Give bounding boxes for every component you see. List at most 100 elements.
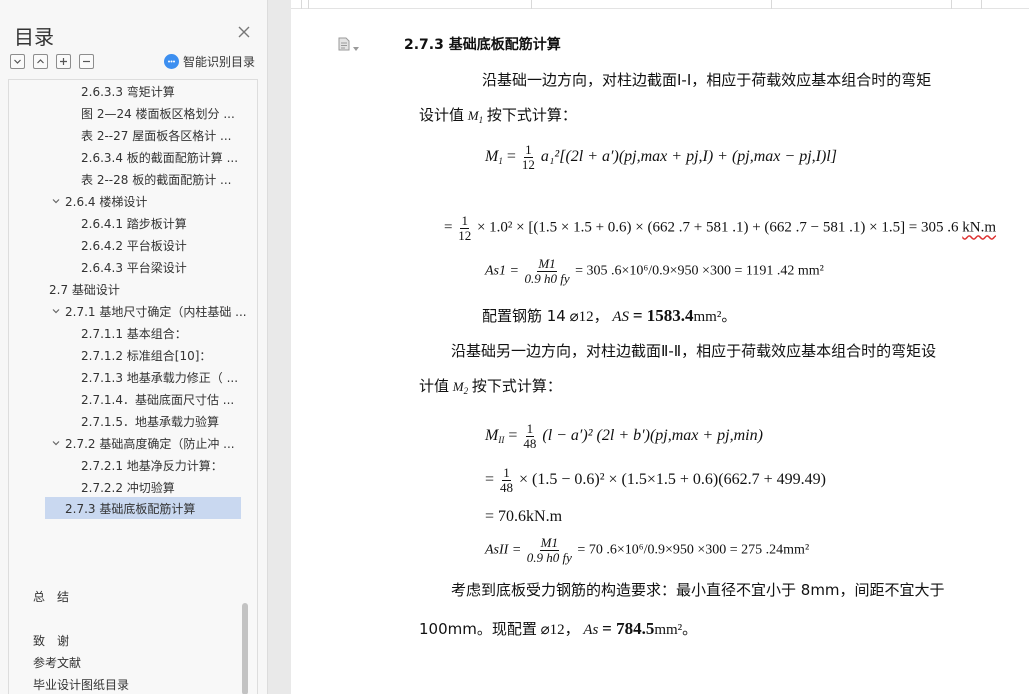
close-icon[interactable] xyxy=(236,24,252,40)
toc-item[interactable]: 2.6.4.1 踏步板计算 xyxy=(81,212,187,234)
toc-item[interactable]: 表 2--27 屋面板各区格计 ... xyxy=(81,124,231,146)
toc-item-label: 2.6.4.2 平台板设计 xyxy=(81,238,187,253)
fraction-denominator: 0.9 h0 fy xyxy=(526,549,572,565)
fraction-numerator: M1 xyxy=(537,256,557,272)
toc-item-label: 2.7.2.1 地基净反力计算： xyxy=(81,458,223,473)
section-heading: 2.7.3 基础底板配筋计算 xyxy=(404,37,561,53)
toc-item-label: 2.7.1.3 地基承载力修正（ ... xyxy=(81,370,239,385)
toc-item-label: 表 2--27 屋面板各区格计 ... xyxy=(81,128,232,143)
toc-item-label: 2.7.1.5．地基承载力验算 xyxy=(81,414,219,429)
ruler-tick xyxy=(771,0,772,9)
equation-4: MII = 1 48 (l − a′)² (2l + b′)(pj,max + p… xyxy=(485,421,763,451)
paragraph-menu-button[interactable] xyxy=(338,36,359,55)
math-expression: AsII = xyxy=(485,542,522,558)
toc-item-label: 总 结 xyxy=(33,589,70,604)
toc-item[interactable]: 2.7 基础设计 xyxy=(49,278,120,300)
sidebar-title: 目录 xyxy=(14,25,54,49)
toc-item-label: 2.7 基础设计 xyxy=(49,282,120,297)
paragraph-text: 按下式计算： xyxy=(486,106,577,124)
toc-item[interactable]: 2.6.4.3 平台梁设计 xyxy=(81,256,187,278)
toc-item[interactable]: 2.7.1.2 标准组合[10]： xyxy=(81,344,211,366)
fraction-numerator: 1 xyxy=(502,465,511,481)
unit-text: kN.m xyxy=(962,219,997,236)
equation-1: M1 = 1 12 a₁²[(2l + a′)(pj,max + pj,I) + … xyxy=(485,142,837,172)
math-operator: = xyxy=(444,219,453,236)
unit-text: mm²。 xyxy=(693,309,737,325)
math-variable: M xyxy=(485,426,499,444)
equation-2: = 1 12 × 1.0² × [(1.5 × 1.5 + 0.6) × (662… xyxy=(444,214,996,242)
toc-item[interactable]: 2.7.1.5．地基承载力验算 xyxy=(81,410,219,432)
toc-item[interactable]: 2.6.4.2 平台板设计 xyxy=(81,234,187,256)
toc-item[interactable]: 2.6.3.4 板的截面配筋计算 ... xyxy=(81,146,238,168)
toc-item[interactable]: 2.7.1 基地尺寸确定（内柱基础 ... xyxy=(49,300,247,322)
toc-item-label: 2.7.2.2 冲切验算 xyxy=(81,480,175,495)
smart-toc-label: 智能识别目录 xyxy=(183,55,256,69)
toc-item[interactable]: 2.7.1.3 地基承载力修正（ ... xyxy=(81,366,238,388)
smart-toc-button[interactable]: 智能识别目录 xyxy=(164,53,255,70)
ruler-tick xyxy=(531,0,532,9)
math-subscript: 2 xyxy=(463,386,469,396)
equation-6: = 70.6kN.m xyxy=(485,508,563,525)
math-value: = 784.5 xyxy=(602,619,655,638)
toc-item[interactable]: 毕业设计图纸目录 xyxy=(33,673,129,694)
collapse-all-icon[interactable] xyxy=(33,54,48,69)
chevron-down-icon[interactable] xyxy=(49,194,63,208)
toc-item[interactable]: 2.7.1.4．基础底面尺寸估 ... xyxy=(81,388,234,410)
math-subscript: 1 xyxy=(498,155,503,166)
toc-item[interactable]: 参考文献 xyxy=(33,651,81,673)
toc-item[interactable]: 2.7.2.2 冲切验算 xyxy=(81,476,175,498)
math-variable: M xyxy=(452,379,464,394)
math-variable: M xyxy=(467,108,479,123)
toc-item-label: 毕业设计图纸目录 xyxy=(33,677,130,692)
paragraph-1-line-1: 沿基础一边方向，对柱边截面Ⅰ-Ⅰ，相应于荷载效应基本组合时的弯矩 xyxy=(482,71,932,89)
toc-item[interactable]: 2.7.2.1 地基净反力计算： xyxy=(81,454,223,476)
toc-item-label: 2.6.3.3 弯矩计算 xyxy=(81,84,175,99)
paragraph-text: 按下式计算： xyxy=(471,377,562,395)
toc-item-active[interactable]: 2.7.3 基础底板配筋计算 xyxy=(45,497,241,519)
math-expression: × (1.5 − 0.6)² × (1.5×1.5 + 0.6)(662.7 +… xyxy=(519,470,826,488)
document-area: 2.7.3 基础底板配筋计算 沿基础一边方向，对柱边截面Ⅰ-Ⅰ，相应于荷载效应基… xyxy=(269,0,1029,694)
ruler-tick xyxy=(301,0,302,9)
toc-scrollbar[interactable] xyxy=(242,603,248,694)
ruler-tick xyxy=(951,0,952,9)
fraction-numerator: 1 xyxy=(460,213,469,229)
toc-item-label: 2.7.1.4．基础底面尺寸估 ... xyxy=(81,392,235,407)
expand-all-icon[interactable] xyxy=(10,54,25,69)
document-icon xyxy=(338,36,350,55)
equation-7: AsII = M1 0.9 h0 fy = 70 .6×10⁶/0.9×950 ×… xyxy=(485,536,809,564)
page-ruler xyxy=(291,0,1029,9)
toc-item[interactable]: 图 2—24 楼面板区格划分 ... xyxy=(81,102,235,124)
add-heading-icon[interactable] xyxy=(56,54,71,69)
chevron-down-icon[interactable] xyxy=(49,304,63,318)
fraction-denominator: 0.9 h0 fy xyxy=(524,270,570,286)
document-page[interactable]: 2.7.3 基础底板配筋计算 沿基础一边方向，对柱边截面Ⅰ-Ⅰ，相应于荷载效应基… xyxy=(291,0,1029,694)
fraction-numerator: 1 xyxy=(525,421,535,437)
math-variable: M xyxy=(485,147,499,165)
math-operator: = xyxy=(485,470,495,488)
fraction-denominator: 48 xyxy=(523,435,537,451)
toc-item[interactable]: 2.6.3.3 弯矩计算 xyxy=(81,80,175,102)
rebar-symbol: ⌀12， xyxy=(569,309,609,325)
toc-item[interactable]: 2.7.2 基础高度确定（防止冲 ... xyxy=(49,432,235,454)
toc-item[interactable]: 2.6.4 楼梯设计 xyxy=(49,190,147,212)
paragraph-text: 配置钢筋 14 xyxy=(482,307,566,325)
fraction: M1 0.9 h0 fy xyxy=(527,536,572,564)
math-expression: × 1.0² × [(1.5 × 1.5 + 0.6) × (662 .7 + … xyxy=(476,219,959,236)
chevron-down-icon[interactable] xyxy=(49,436,63,450)
fraction-denominator: 12 xyxy=(458,227,472,243)
paragraph-4-line-1: 考虑到底板受力钢筋的构造要求：最小直径不宜小于 8mm，间距不宜大于 xyxy=(451,581,945,599)
toc-sidebar: 目录 智能识别目录 2.6.3.3 弯矩计算 图 2—24 楼面板区格划分 ..… xyxy=(0,0,268,694)
toc-item[interactable]: 2.7.1.1 基本组合： xyxy=(81,322,187,344)
toc-item[interactable]: 致 谢 xyxy=(33,629,69,651)
toc-tree: 2.6.3.3 弯矩计算 图 2—24 楼面板区格划分 ... 表 2--27 … xyxy=(8,79,258,694)
dropdown-arrow-icon xyxy=(353,36,359,55)
rebar-symbol: ⌀12， xyxy=(540,622,580,638)
ruler-tick xyxy=(981,0,982,9)
toc-item-label: 2.6.4.3 平台梁设计 xyxy=(81,260,187,275)
remove-heading-icon[interactable] xyxy=(79,54,94,69)
toc-item-label: 致 谢 xyxy=(33,633,70,648)
paragraph-1-line-2: 设计值 M1 按下式计算： xyxy=(419,108,577,125)
toc-item[interactable]: 总 结 xyxy=(33,585,69,607)
math-variable: As xyxy=(583,622,599,638)
toc-item[interactable]: 表 2--28 板的截面配筋计 ... xyxy=(81,168,231,190)
